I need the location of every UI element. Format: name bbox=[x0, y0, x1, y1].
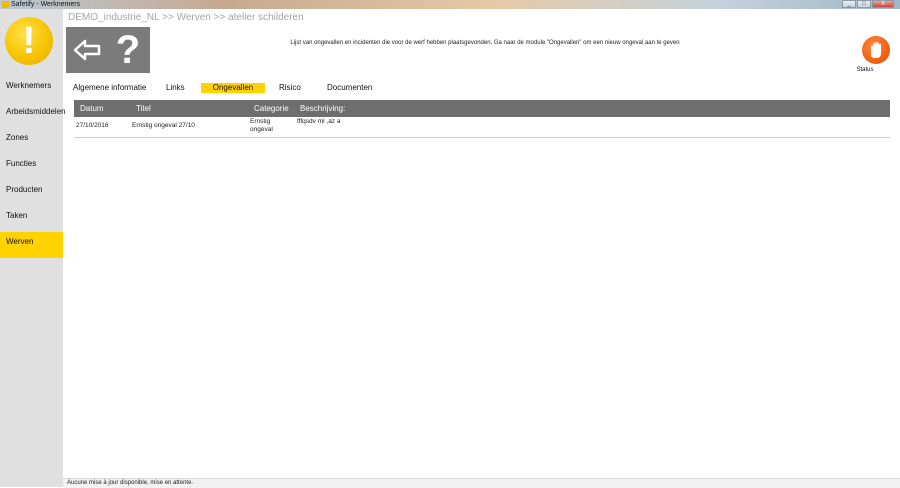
accidents-table: Datum Titel Categorie Beschrijving: 27/1… bbox=[74, 100, 890, 138]
toolbar: ? bbox=[66, 27, 150, 73]
minimize-button[interactable]: _ bbox=[842, 0, 856, 8]
safetify-logo: ! bbox=[5, 17, 53, 65]
table-row[interactable]: 27/10/2016 Ernstig ongeval 27/10 Ernstig… bbox=[74, 117, 890, 138]
sidebar-item-functies[interactable]: Functies bbox=[0, 154, 63, 180]
window-titlebar: Safetify - Werknemers _ □ X bbox=[0, 0, 900, 9]
column-header-categorie[interactable]: Categorie bbox=[254, 100, 289, 117]
window-controls: _ □ X bbox=[841, 0, 894, 9]
status-hand-icon[interactable] bbox=[862, 36, 890, 64]
tab-links[interactable]: Links bbox=[166, 83, 185, 93]
tab-algemene-informatie[interactable]: Algemene informatie bbox=[73, 83, 146, 93]
cell-titel: Ernstig ongeval 27/10 bbox=[132, 122, 195, 129]
maximize-button[interactable]: □ bbox=[857, 0, 871, 8]
close-button[interactable]: X bbox=[872, 0, 894, 8]
column-header-datum[interactable]: Datum bbox=[80, 100, 104, 117]
status-label: Status bbox=[856, 67, 874, 73]
sidebar-item-werven[interactable]: Werven bbox=[0, 232, 63, 258]
table-header: Datum Titel Categorie Beschrijving: bbox=[74, 100, 890, 117]
back-arrow-icon[interactable] bbox=[72, 35, 102, 65]
cell-categorie-line2: ongeval bbox=[250, 126, 273, 133]
breadcrumb: DEMO_industrie_NL >> Werven >> atelier s… bbox=[68, 12, 304, 23]
sidebar-item-zones[interactable]: Zones bbox=[0, 128, 63, 154]
cell-beschrijving: fffqsdv ml ,az a bbox=[297, 118, 341, 125]
cell-categorie-line1: Ernstig bbox=[250, 118, 271, 125]
exclamation-icon: ! bbox=[22, 20, 36, 62]
sidebar-nav: Werknemers Arbeidsmiddelen Zones Functie… bbox=[0, 76, 66, 258]
cell-datum: 27/10/2016 bbox=[76, 122, 109, 129]
tab-documenten[interactable]: Documenten bbox=[327, 83, 372, 93]
help-icon[interactable]: ? bbox=[110, 27, 146, 73]
column-header-beschrijving[interactable]: Beschrijving: bbox=[300, 100, 345, 117]
sidebar-item-werknemers[interactable]: Werknemers bbox=[0, 76, 63, 102]
info-text: Lijst van ongevallen en incidenten die v… bbox=[290, 40, 680, 46]
sidebar: ! Werknemers Arbeidsmiddelen Zones Funct… bbox=[0, 9, 66, 487]
window-title: Safetify - Werknemers bbox=[11, 1, 81, 8]
sidebar-item-taken[interactable]: Taken bbox=[0, 206, 63, 232]
tab-ongevallen[interactable]: Ongevallen bbox=[201, 83, 265, 93]
sidebar-item-arbeidsmiddelen[interactable]: Arbeidsmiddelen bbox=[0, 102, 66, 128]
sidebar-item-producten[interactable]: Producten bbox=[0, 180, 63, 206]
cell-categorie: Ernstig ongeval bbox=[250, 118, 273, 134]
tab-risico[interactable]: Risico bbox=[279, 83, 301, 93]
column-header-titel[interactable]: Titel bbox=[136, 100, 151, 117]
app-icon bbox=[2, 1, 9, 8]
